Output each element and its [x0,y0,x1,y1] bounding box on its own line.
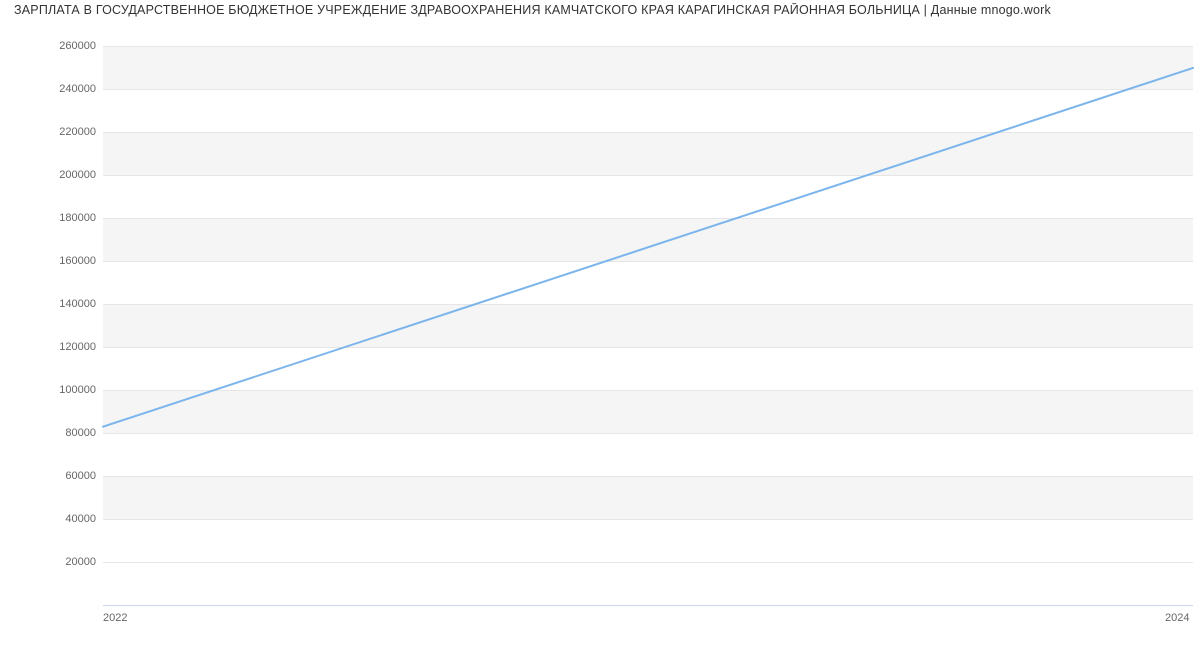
plot-area [103,25,1193,606]
series-line [103,68,1193,427]
y-tick-label: 100000 [16,384,96,396]
chart-title: ЗАРПЛАТА В ГОСУДАРСТВЕННОЕ БЮДЖЕТНОЕ УЧР… [14,3,1192,17]
y-tick-label: 80000 [16,427,96,439]
y-tick-label: 140000 [16,298,96,310]
y-tick-label: 180000 [16,212,96,224]
y-tick-label: 240000 [16,83,96,95]
y-tick-label: 120000 [16,341,96,353]
chart-container: ЗАРПЛАТА В ГОСУДАРСТВЕННОЕ БЮДЖЕТНОЕ УЧР… [0,0,1200,650]
y-tick-label: 200000 [16,169,96,181]
y-tick-label: 220000 [16,126,96,138]
y-tick-label: 160000 [16,255,96,267]
x-tick-label: 2022 [103,612,127,624]
y-tick-label: 260000 [16,40,96,52]
y-tick-label: 60000 [16,470,96,482]
y-tick-label: 40000 [16,513,96,525]
y-tick-label: 20000 [16,556,96,568]
x-tick-label: 2024 [1165,612,1189,624]
line-series [103,25,1193,605]
